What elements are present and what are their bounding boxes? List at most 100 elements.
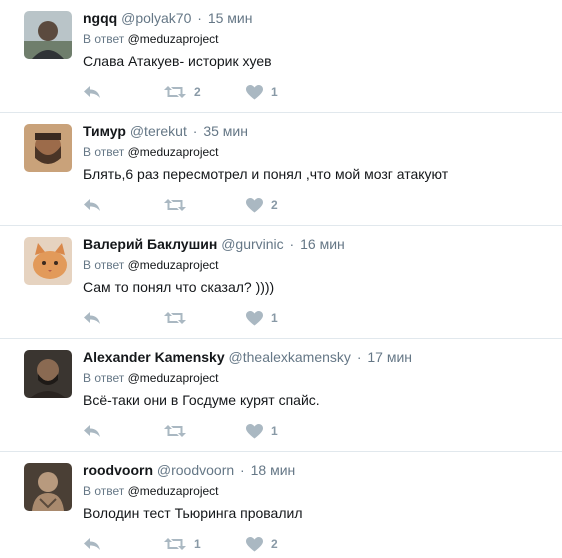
avatar[interactable]: [24, 350, 72, 398]
timestamp[interactable]: 35 мин: [203, 123, 248, 139]
like-button[interactable]: 1: [246, 307, 278, 329]
reply-prefix: В ответ: [83, 371, 125, 385]
timestamp[interactable]: 18 мин: [251, 462, 296, 478]
user-avatar-icon: [24, 124, 72, 172]
separator-dot: ·: [240, 462, 245, 478]
author-handle[interactable]: @gurvinic: [221, 236, 283, 252]
reply-prefix: В ответ: [83, 258, 125, 272]
author-name[interactable]: roodvoorn: [83, 462, 153, 478]
tweet-actions: 2: [83, 194, 383, 216]
heart-icon: [246, 84, 263, 99]
author-name[interactable]: Валерий Баклушин: [83, 236, 217, 252]
like-button[interactable]: 2: [246, 194, 278, 216]
reply-icon: [84, 538, 100, 550]
reply-button[interactable]: [83, 307, 101, 329]
heart-icon: [246, 197, 263, 212]
like-count: 1: [271, 311, 278, 325]
author-name[interactable]: ngqq: [83, 10, 117, 26]
avatar[interactable]: [24, 11, 72, 59]
like-button[interactable]: 1: [246, 420, 278, 442]
reply-button[interactable]: [83, 420, 101, 442]
like-count: 1: [271, 424, 278, 438]
retweet-icon: [164, 312, 186, 324]
timestamp[interactable]: 17 мин: [367, 349, 412, 365]
reply-mention[interactable]: @meduzaproject: [128, 145, 219, 159]
separator-dot: ·: [289, 236, 295, 252]
author-name[interactable]: Alexander Kamensky: [83, 349, 225, 365]
author-handle[interactable]: @terekut: [130, 123, 187, 139]
reply-prefix: В ответ: [83, 484, 125, 498]
reply-prefix: В ответ: [83, 145, 125, 159]
tweet-text: Всё-таки они в Госдуме курят спайс.: [83, 392, 320, 408]
timestamp[interactable]: 16 мин: [300, 236, 345, 252]
like-count: 2: [271, 537, 278, 551]
retweet-button[interactable]: [164, 307, 194, 329]
heart-icon: [246, 423, 263, 438]
tweet-header: Alexander Kamensky @thealexkamensky · 17…: [83, 347, 412, 367]
retweet-button[interactable]: [164, 420, 194, 442]
reply-mention[interactable]: @meduzaproject: [128, 371, 219, 385]
tweet-header: ngqq @polyak70 · 15 мин: [83, 8, 252, 28]
replies-feed: ngqq @polyak70 · 15 мин В ответ @meduzap…: [0, 0, 562, 558]
avatar[interactable]: [24, 237, 72, 285]
retweet-icon: [164, 538, 186, 550]
tweet[interactable]: Тимур @terekut · 35 мин В ответ @meduzap…: [0, 113, 562, 226]
author-handle[interactable]: @polyak70: [121, 10, 191, 26]
retweet-icon: [164, 425, 186, 437]
retweet-icon: [164, 86, 186, 98]
reply-mention[interactable]: @meduzaproject: [128, 258, 219, 272]
like-button[interactable]: 1: [246, 81, 278, 103]
user-avatar-icon: [24, 350, 72, 398]
heart-icon: [246, 536, 263, 551]
tweet-actions: 1: [83, 307, 383, 329]
tweet-text: Блять,6 раз пересмотрел и понял ,что мой…: [83, 166, 449, 182]
tweet[interactable]: roodvoorn @roodvoorn · 18 мин В ответ @m…: [0, 452, 562, 558]
separator-dot: ·: [192, 123, 198, 139]
reply-button[interactable]: [83, 81, 101, 103]
tweet-actions: 2 1: [83, 81, 383, 103]
reply-icon: [84, 425, 100, 437]
tweet-actions: 1 2: [83, 533, 383, 555]
tweet[interactable]: ngqq @polyak70 · 15 мин В ответ @meduzap…: [0, 0, 562, 113]
author-name[interactable]: Тимур: [83, 123, 126, 139]
tweet-actions: 1: [83, 420, 383, 442]
separator-dot: ·: [197, 10, 202, 26]
author-handle[interactable]: @roodvoorn: [157, 462, 234, 478]
like-button[interactable]: 2: [246, 533, 278, 555]
tweet-text: Сам то понял что сказал? )))): [83, 279, 275, 295]
reply-context: В ответ @meduzaproject: [83, 31, 219, 47]
heart-icon: [246, 310, 263, 325]
avatar[interactable]: [24, 463, 72, 511]
reply-context: В ответ @meduzaproject: [83, 144, 219, 160]
user-avatar-icon: [24, 11, 72, 59]
reply-mention[interactable]: @meduzaproject: [128, 32, 219, 46]
reply-prefix: В ответ: [83, 32, 125, 46]
reply-context: В ответ @meduzaproject: [83, 483, 219, 499]
tweet-text: Володин тест Тьюринга провалил: [83, 505, 303, 521]
reply-icon: [84, 312, 100, 324]
tweet-header: Тимур @terekut · 35 мин: [83, 121, 248, 141]
retweet-button[interactable]: 1: [164, 533, 201, 555]
reply-context: В ответ @meduzaproject: [83, 257, 219, 273]
reply-mention[interactable]: @meduzaproject: [128, 484, 219, 498]
author-handle[interactable]: @thealexkamensky: [229, 349, 351, 365]
avatar[interactable]: [24, 124, 72, 172]
retweet-count: 2: [194, 85, 201, 99]
user-avatar-icon: [24, 463, 72, 511]
retweet-icon: [164, 199, 186, 211]
timestamp[interactable]: 15 мин: [208, 10, 253, 26]
retweet-button[interactable]: 2: [164, 81, 201, 103]
tweet[interactable]: Валерий Баклушин @gurvinic · 16 мин В от…: [0, 226, 562, 339]
tweet[interactable]: Alexander Kamensky @thealexkamensky · 17…: [0, 339, 562, 452]
tweet-text: Слава Атакуев- историк хуев: [83, 53, 272, 69]
reply-icon: [84, 199, 100, 211]
reply-context: В ответ @meduzaproject: [83, 370, 219, 386]
reply-button[interactable]: [83, 533, 101, 555]
like-count: 1: [271, 85, 278, 99]
tweet-header: roodvoorn @roodvoorn · 18 мин: [83, 460, 295, 480]
tweet-header: Валерий Баклушин @gurvinic · 16 мин: [83, 234, 345, 254]
retweet-button[interactable]: [164, 194, 194, 216]
reply-button[interactable]: [83, 194, 101, 216]
like-count: 2: [271, 198, 278, 212]
separator-dot: ·: [356, 349, 362, 365]
